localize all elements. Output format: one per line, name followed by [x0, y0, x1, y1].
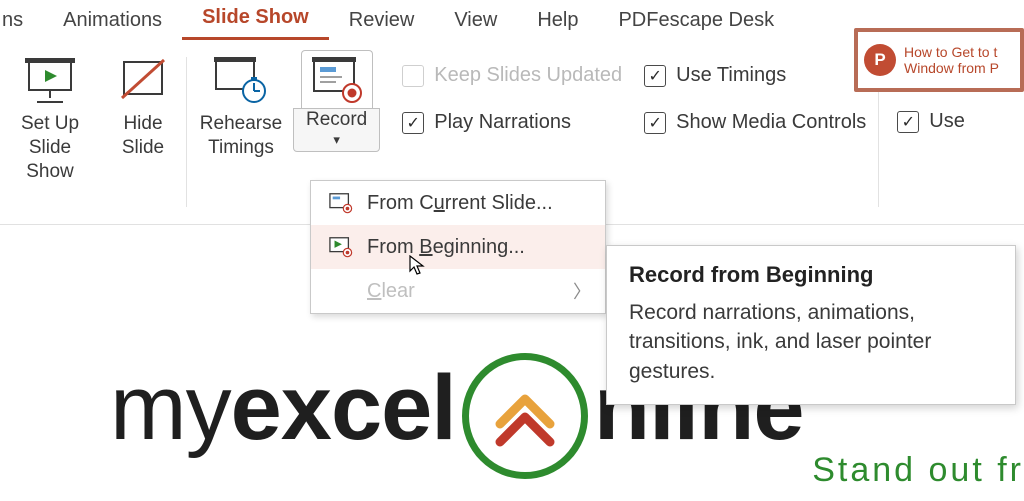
checkbox-checked-icon: ✓ — [897, 111, 919, 133]
brand-my: my — [110, 356, 231, 461]
from-current-slide-icon — [329, 191, 353, 215]
brand-circle-icon — [462, 353, 588, 479]
tooltip-title: Record from Beginning — [629, 262, 995, 288]
record-label: Record — [306, 109, 367, 132]
brand-tagline: Stand out fr — [812, 451, 1024, 490]
hide-slide-label: HideSlide — [122, 112, 164, 160]
use-presenter-label: Use — [929, 110, 965, 133]
presentation-screen-icon — [22, 52, 78, 108]
record-button-dropdown[interactable]: Record ▾ — [293, 108, 380, 152]
setup-slideshow-button[interactable]: Set UpSlide Show — [0, 40, 104, 183]
use-timings-label: Use Timings — [676, 64, 786, 87]
rehearse-timings-label: RehearseTimings — [200, 112, 282, 160]
tab-partial-left[interactable]: ns — [0, 3, 43, 40]
record-icon — [312, 57, 362, 108]
tooltip: Record from Beginning Record narrations,… — [606, 245, 1016, 405]
menu-clear-label: Clear — [367, 280, 415, 303]
tab-animations[interactable]: Animations — [43, 3, 182, 40]
tab-slide-show[interactable]: Slide Show — [182, 0, 329, 40]
powerpoint-app-icon: P — [864, 44, 896, 76]
tooltip-body: Record narrations, animations, transitio… — [629, 298, 995, 386]
show-media-controls-check[interactable]: ✓ Show Media Controls — [644, 111, 866, 134]
play-narrations-label: Play Narrations — [434, 111, 571, 134]
related-video-card[interactable]: P How to Get to tWindow from P — [854, 28, 1024, 92]
menu-from-current-slide[interactable]: From Current Slide... — [311, 181, 605, 225]
checkbox-checked-icon: ✓ — [644, 112, 666, 134]
brand-excel: excel — [231, 356, 456, 461]
keep-slides-updated-label: Keep Slides Updated — [434, 64, 622, 87]
record-split-button[interactable]: Record ▾ — [293, 50, 380, 152]
record-dropdown-menu: From Current Slide... From Beginning... … — [310, 180, 606, 314]
chevron-right-icon: 〉 — [573, 278, 591, 304]
checkbox-icon — [402, 65, 424, 87]
chevron-down-icon: ▾ — [333, 132, 340, 148]
record-button-top[interactable] — [301, 50, 373, 108]
blank-icon — [329, 279, 353, 303]
menu-from-current-label: From Current Slide... — [367, 192, 553, 215]
tab-view[interactable]: View — [434, 3, 517, 40]
setup-slideshow-label: Set UpSlide Show — [4, 112, 96, 183]
checks-col-2: ✓ Use Timings ✓ Show Media Controls — [630, 40, 874, 134]
related-video-text: How to Get to tWindow from P — [904, 44, 999, 76]
from-beginning-icon — [329, 235, 353, 259]
tab-review[interactable]: Review — [329, 3, 435, 40]
use-presenter-check[interactable]: ✓ Use — [897, 110, 965, 133]
checks-col-1: Keep Slides Updated ✓ Play Narrations — [382, 40, 630, 134]
menu-clear: Clear 〉 — [311, 269, 605, 313]
checkbox-checked-icon: ✓ — [402, 112, 424, 134]
keep-slides-updated-check: Keep Slides Updated — [402, 64, 622, 87]
tab-pdfescape[interactable]: PDFescape Desk — [598, 3, 794, 40]
separator — [186, 57, 187, 207]
hide-slide-button[interactable]: HideSlide — [104, 40, 182, 160]
tab-help[interactable]: Help — [517, 3, 598, 40]
checkbox-checked-icon: ✓ — [644, 65, 666, 87]
rehearse-timings-button[interactable]: RehearseTimings — [191, 40, 291, 160]
show-media-controls-label: Show Media Controls — [676, 111, 866, 134]
play-narrations-check[interactable]: ✓ Play Narrations — [402, 111, 622, 134]
hide-slide-icon — [115, 52, 171, 108]
menu-from-beginning-label: From Beginning... — [367, 236, 525, 259]
rehearse-timings-icon — [213, 52, 269, 108]
menu-from-beginning[interactable]: From Beginning... — [311, 225, 605, 269]
use-timings-check[interactable]: ✓ Use Timings — [644, 64, 866, 87]
